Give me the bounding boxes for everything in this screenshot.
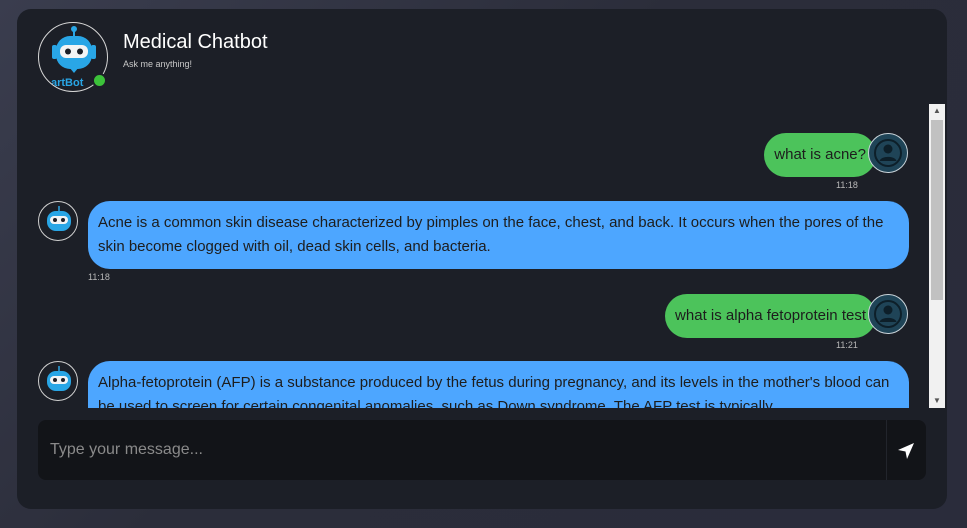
message-list[interactable]: what is acne? 11:18 Acne is a common ski… bbox=[17, 104, 929, 408]
chat-title: Medical Chatbot bbox=[123, 31, 268, 53]
scrollbar-thumb[interactable] bbox=[931, 120, 943, 300]
message-timestamp: 11:18 bbox=[836, 180, 858, 190]
message-timestamp: 11:21 bbox=[836, 340, 858, 350]
message-composer bbox=[38, 420, 926, 480]
chat-scrollbar[interactable]: ▲ ▼ bbox=[929, 104, 945, 408]
user-icon bbox=[874, 139, 902, 167]
bot-message-bubble: Acne is a common skin disease characteri… bbox=[88, 201, 909, 269]
chat-subtitle: Ask me anything! bbox=[123, 59, 193, 69]
bot-message: Alpha-fetoprotein (AFP) is a substance p… bbox=[17, 354, 929, 408]
online-status-indicator bbox=[92, 73, 107, 88]
scroll-up-arrow-icon[interactable]: ▲ bbox=[929, 104, 945, 118]
user-message-bubble: what is acne? bbox=[764, 133, 876, 177]
user-avatar bbox=[868, 133, 908, 173]
robot-icon bbox=[47, 366, 71, 391]
user-message: what is alpha fetoprotein test 11:21 bbox=[17, 284, 929, 364]
scroll-down-arrow-icon[interactable]: ▼ bbox=[929, 394, 945, 408]
user-avatar bbox=[868, 294, 908, 334]
bot-avatar bbox=[38, 201, 78, 241]
user-icon bbox=[874, 300, 902, 328]
bot-message-bubble: Alpha-fetoprotein (AFP) is a substance p… bbox=[88, 361, 909, 408]
bot-avatar bbox=[38, 361, 78, 401]
message-timestamp: 11:18 bbox=[88, 272, 110, 282]
robot-icon bbox=[47, 206, 71, 231]
chat-window: artBot Medical Chatbot Ask me anything! … bbox=[17, 9, 947, 509]
logo-text: artBot bbox=[51, 77, 84, 89]
send-button[interactable] bbox=[886, 420, 926, 480]
message-input[interactable] bbox=[38, 420, 884, 480]
user-message-bubble: what is alpha fetoprotein test bbox=[665, 294, 876, 338]
send-icon bbox=[898, 443, 914, 459]
user-message: what is acne? 11:18 bbox=[17, 104, 929, 194]
chat-header: artBot Medical Chatbot Ask me anything! bbox=[17, 9, 947, 104]
bot-message: Acne is a common skin disease characteri… bbox=[17, 194, 929, 284]
